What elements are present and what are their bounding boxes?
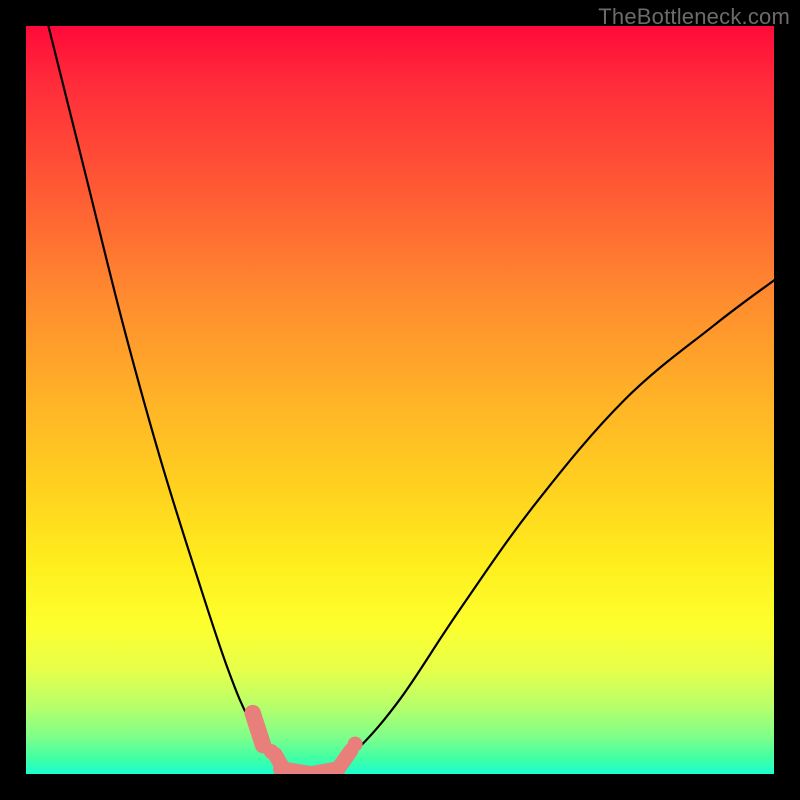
curve-right-curve — [325, 280, 774, 774]
marker-dot-6 — [348, 737, 363, 752]
marker-layer — [253, 713, 363, 774]
chart-svg — [26, 26, 774, 774]
marker-pill-5 — [337, 751, 351, 771]
watermark-text: TheBottleneck.com — [598, 4, 790, 30]
curve-left-curve — [48, 26, 287, 774]
chart-plot-area — [26, 26, 774, 774]
curve-layer — [48, 26, 774, 774]
marker-pill-0 — [253, 713, 263, 745]
